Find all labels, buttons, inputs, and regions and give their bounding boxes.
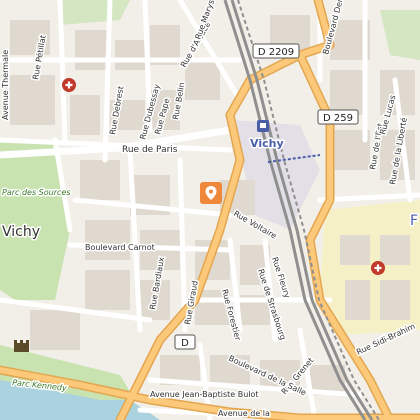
train-station-icon[interactable]	[257, 120, 269, 132]
map-canvas[interactable]: Avenue Thermale Rue Pétillat Rue de Pari…	[0, 0, 420, 420]
place-label-parc-des-sources: Parc des Sources	[2, 188, 71, 197]
location-pin-icon[interactable]	[200, 182, 222, 204]
road-ref-d259: D 259	[323, 113, 353, 124]
castle-icon[interactable]	[14, 340, 29, 352]
place-label-vichy-station: Vichy	[250, 137, 284, 150]
hospital-icon[interactable]	[371, 261, 385, 275]
road-ref-d-lower: D	[181, 338, 189, 349]
place-label-vichy: Vichy	[2, 224, 40, 240]
street-label-rue-de-paris: Rue de Paris	[122, 145, 178, 155]
road-shield-d259: D 259	[317, 109, 359, 125]
road-ref-d2209: D 2209	[258, 47, 294, 58]
place-label-edge-f: F	[410, 213, 418, 229]
street-label-avenue-jean-baptiste-bulot: Avenue Jean-Baptiste Bulot	[150, 390, 259, 399]
street-label-avenue-de-la: Avenue de la	[218, 409, 270, 418]
map-view[interactable]: Avenue Thermale Rue Pétillat Rue de Pari…	[0, 0, 420, 420]
hospital-icon[interactable]	[62, 78, 76, 92]
road-shield-d2209: D 2209	[252, 43, 300, 59]
road-shield-d-lower: D	[174, 334, 196, 350]
street-label-boulevard-carnot: Boulevard Carnot	[85, 243, 155, 252]
street-label-avenue-thermale: Avenue Thermale	[1, 50, 10, 120]
